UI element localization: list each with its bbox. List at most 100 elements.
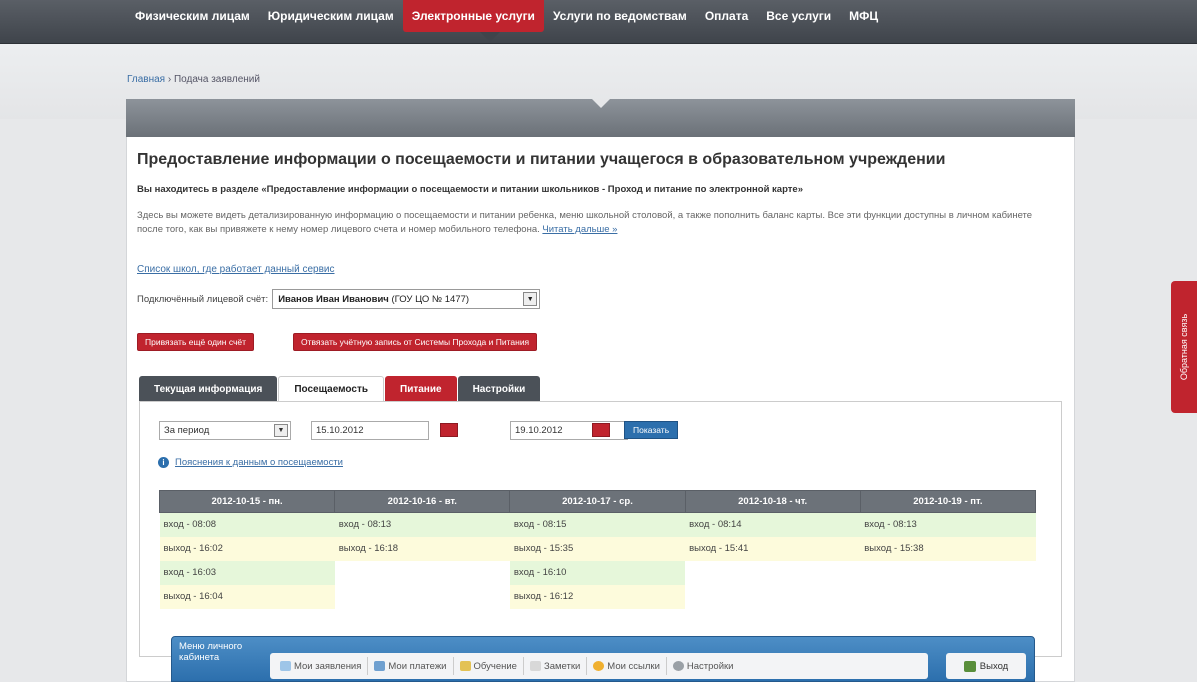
table-row: вход - 16:03 вход - 16:10: [159, 560, 1036, 585]
table-cell: [335, 585, 510, 609]
account-school: (ГОУ ЦО № 1477): [391, 293, 470, 305]
nav-item-payment[interactable]: Оплата: [696, 0, 757, 32]
exit-button[interactable]: Выход: [946, 653, 1026, 679]
content-card: Предоставление информации о посещаемости…: [126, 137, 1075, 682]
breadcrumb-current: Подача заявлений: [173, 74, 260, 85]
column-header: 2012-10-15 - пн.: [158, 490, 336, 513]
table-row: вход - 08:08 вход - 08:13 вход - 08:15 в…: [159, 512, 1036, 537]
table-cell: выход - 16:02: [159, 536, 335, 561]
calendar-from-icon[interactable]: [440, 423, 458, 437]
star-icon: [593, 661, 605, 671]
cabinet-item-settings[interactable]: Настройки: [667, 657, 740, 675]
table-cell: выход - 16:12: [509, 584, 686, 609]
table-cell: вход - 16:03: [159, 560, 335, 585]
table-cell: выход - 15:35: [509, 536, 686, 561]
payments-icon: [374, 661, 386, 671]
table-cell: [685, 585, 860, 609]
cabinet-menu-items: Мои заявления Мои платежи Обучение Замет…: [270, 653, 928, 679]
nav-item-mfc[interactable]: МФЦ: [840, 0, 887, 32]
cabinet-item-label: Мои ссылки: [607, 660, 660, 672]
nav-item-individuals[interactable]: Физическим лицам: [126, 0, 259, 32]
cabinet-item-applications[interactable]: Мои заявления: [274, 657, 369, 675]
period-select-value: За период: [164, 425, 210, 436]
show-button[interactable]: Показать: [624, 421, 679, 439]
exit-icon: [963, 660, 976, 672]
cabinet-item-label: Заметки: [543, 660, 581, 672]
account-row: Подключённый лицевой счёт: Иванов Иван И…: [137, 289, 541, 309]
cabinet-item-notes[interactable]: Заметки: [524, 657, 588, 675]
table-cell: выход - 15:38: [860, 536, 1036, 561]
tabs: Текущая информация Посещаемость Питание …: [139, 376, 541, 402]
read-more-link[interactable]: Читать дальше »: [542, 224, 617, 235]
book-icon: [459, 661, 471, 671]
cabinet-menu-title: Меню личного кабинета: [179, 641, 243, 663]
table-row: выход - 16:02 выход - 16:18 выход - 15:3…: [159, 536, 1036, 561]
cabinet-item-label: Обучение: [473, 660, 517, 672]
unlink-account-button[interactable]: Отвязать учётную запись от Системы Прохо…: [293, 333, 538, 351]
cabinet-item-label: Настройки: [686, 660, 734, 672]
tab-attendance[interactable]: Посещаемость: [278, 376, 385, 402]
table-cell: вход - 08:13: [334, 512, 510, 537]
table-cell: [335, 561, 510, 585]
dropdown-arrow-icon: ▼: [523, 292, 538, 306]
tab-current-info[interactable]: Текущая информация: [139, 376, 278, 402]
attendance-info-link[interactable]: Пояснения к данным о посещаемости: [175, 457, 343, 468]
table-cell: [860, 585, 1035, 609]
top-nav-items: Физическим лицам Юридическим лицам Элект…: [126, 0, 887, 40]
cabinet-item-payments[interactable]: Мои платежи: [368, 657, 454, 675]
date-to-input[interactable]: 19.10.2012: [510, 421, 628, 440]
attendance-panel: За период ▼ 15.10.2012 19.10.2012 Показа…: [139, 401, 1062, 657]
table-cell: вход - 16:10: [509, 560, 686, 585]
page-title: Предоставление информации о посещаемости…: [137, 151, 946, 168]
dropdown-arrow-icon: ▼: [274, 424, 288, 437]
cabinet-item-links[interactable]: Мои ссылки: [587, 657, 667, 675]
table-cell: вход - 08:13: [860, 512, 1036, 537]
table-cell: вход - 08:14: [685, 512, 861, 537]
exit-label: Выход: [979, 660, 1009, 672]
table-cell: выход - 15:41: [685, 536, 861, 561]
nav-item-by-department[interactable]: Услуги по ведомствам: [544, 0, 696, 32]
table-cell: выход - 16:18: [334, 536, 510, 561]
schools-list-link[interactable]: Список школ, где работает данный сервис: [137, 264, 335, 275]
nav-item-electronic-services[interactable]: Электронные услуги: [402, 0, 544, 32]
settings-icon: [672, 661, 684, 671]
nav-item-legal-entities[interactable]: Юридическим лицам: [259, 0, 403, 32]
document-icon: [280, 661, 291, 671]
cabinet-item-label: Мои заявления: [294, 660, 362, 672]
calendar-to-icon[interactable]: [592, 423, 610, 437]
active-nav-pointer: [480, 32, 500, 42]
attendance-table: 2012-10-15 - пн. 2012-10-16 - вт. 2012-1…: [158, 490, 1037, 609]
table-cell: выход - 16:04: [159, 584, 335, 609]
date-from-input[interactable]: 15.10.2012: [311, 421, 429, 440]
section-subtitle: Вы находитесь в разделе «Предоставление …: [137, 184, 803, 195]
table-cell: вход - 08:15: [509, 512, 686, 537]
feedback-label: Обратная связь: [1179, 313, 1189, 381]
breadcrumb-separator: ›: [167, 74, 172, 85]
link-another-account-button[interactable]: Привязать ещё один счёт: [137, 333, 255, 351]
account-select[interactable]: Иванов Иван Иванович (ГОУ ЦО № 1477) ▼: [272, 289, 541, 309]
account-owner: Иванов Иван Иванович: [278, 293, 389, 305]
table-cell: [860, 561, 1035, 585]
table-cell: вход - 08:08: [159, 512, 335, 537]
tab-meals[interactable]: Питание: [385, 376, 457, 402]
account-label: Подключённый лицевой счёт:: [137, 293, 269, 305]
column-header: 2012-10-16 - вт.: [334, 490, 511, 513]
feedback-tab[interactable]: Обратная связь: [1171, 281, 1197, 413]
column-header: 2012-10-17 - ср.: [509, 490, 686, 513]
column-header: 2012-10-19 - пт.: [859, 490, 1037, 513]
note-icon: [529, 661, 541, 671]
column-header: 2012-10-18 - чт.: [684, 490, 861, 513]
personal-cabinet-bar: Меню личного кабинета Мои заявления Мои …: [171, 636, 1035, 682]
nav-item-all-services[interactable]: Все услуги: [757, 0, 840, 32]
section-description: Здесь вы можете видеть детализированную …: [137, 209, 1057, 237]
table-header-row: 2012-10-15 - пн. 2012-10-16 - вт. 2012-1…: [158, 490, 1037, 513]
top-navigation: Физическим лицам Юридическим лицам Элект…: [0, 0, 1197, 44]
breadcrumb-home-link[interactable]: Главная: [127, 74, 165, 85]
header-notch: [592, 99, 610, 108]
tab-settings[interactable]: Настройки: [457, 376, 541, 402]
info-icon: i: [158, 457, 169, 468]
breadcrumb: Главная › Подача заявлений: [127, 74, 260, 85]
period-select[interactable]: За период ▼: [159, 421, 291, 440]
cabinet-item-education[interactable]: Обучение: [454, 657, 524, 675]
cabinet-item-label: Мои платежи: [388, 660, 447, 672]
